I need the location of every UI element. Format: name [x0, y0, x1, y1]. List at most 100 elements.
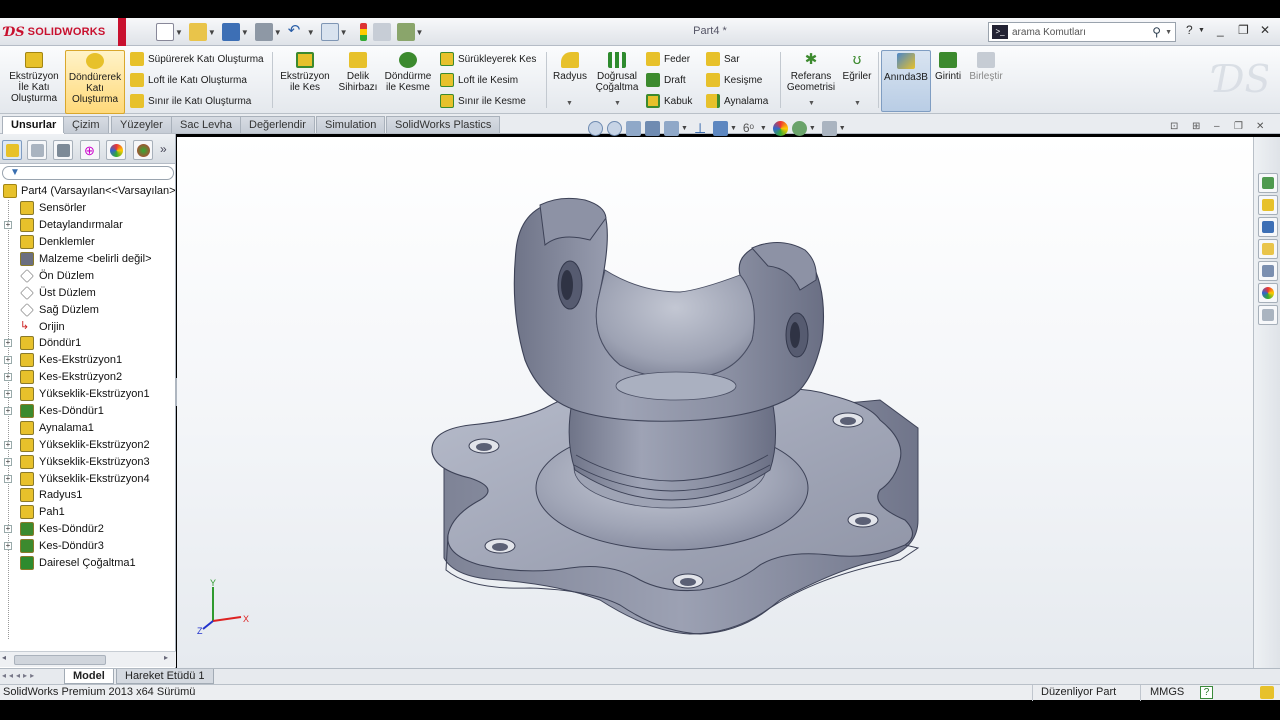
reference-dropdown-icon[interactable]: ▼ [808, 100, 815, 107]
tree-item[interactable]: + Yükseklik-Ekstrüzyon1 [0, 386, 176, 403]
appearances-button[interactable] [1258, 283, 1278, 303]
boundary-boss-button[interactable]: Sınır ile Katı Oluşturma [130, 93, 251, 109]
section-view-icon[interactable] [645, 120, 660, 136]
tree-filter[interactable]: ▼ [2, 166, 174, 180]
search-icon[interactable]: ⚲ [1152, 25, 1161, 39]
curves-button[interactable]: ʊ Eğriler [840, 50, 874, 83]
draft-button[interactable]: Draft [646, 72, 686, 88]
linear-pattern-button[interactable]: Doğrusal Çoğaltma [594, 50, 640, 93]
expand-toggle-icon[interactable]: + [4, 339, 12, 348]
tree-item[interactable]: + Kes-Döndür1 [0, 403, 176, 420]
tab-cizim[interactable]: Çizim [63, 116, 109, 133]
tree-item[interactable]: Malzeme <belirli değil> [0, 251, 176, 268]
tree-item[interactable]: Aynalama1 [0, 419, 176, 436]
view-orientation-dropdown-icon[interactable]: ▼ [681, 125, 688, 132]
previous-view-icon[interactable] [626, 120, 641, 136]
open-folder-icon[interactable] [188, 23, 207, 41]
undo-icon[interactable]: ↶ [288, 23, 306, 41]
tree-item[interactable]: + Döndür1 [0, 335, 176, 352]
swept-cut-button[interactable]: Sürükleyerek Kes [440, 51, 536, 67]
close-icon[interactable]: ✕ [1260, 23, 1270, 37]
file-properties-icon[interactable] [372, 23, 391, 41]
shell-button[interactable]: Kabuk [646, 93, 692, 109]
tree-item[interactable]: Pah1 [0, 504, 176, 521]
tab-model[interactable]: Model [64, 669, 114, 684]
search-dropdown-icon[interactable]: ▼ [1165, 29, 1172, 36]
hide-show-items-icon[interactable] [712, 120, 728, 136]
viewport-minimize-icon[interactable]: – [1214, 121, 1220, 132]
intersect-button[interactable]: Kesişme [706, 72, 762, 88]
units-cell[interactable]: MMGS [1140, 685, 1192, 701]
dimxpert-tab[interactable]: ⊕ [80, 140, 100, 160]
search-commands-box[interactable]: >_ arama Komutları ⚲ ▼ [988, 22, 1176, 42]
save-icon[interactable] [221, 23, 240, 41]
tab-unsurlar[interactable]: Unsurlar [2, 116, 66, 134]
combine-button[interactable]: Birleştir [967, 50, 1005, 82]
help-dropdown-icon[interactable]: ▼ [1198, 27, 1205, 34]
configuration-manager-tab[interactable] [53, 140, 73, 160]
tree-item[interactable]: Denklemler [0, 234, 176, 251]
view-palette-button[interactable] [1258, 239, 1278, 259]
menu-flyout-arrow[interactable] [118, 18, 126, 46]
quick-tips-icon[interactable]: ? [1200, 686, 1213, 699]
zoom-to-area-icon[interactable] [607, 120, 622, 136]
custom-properties-button[interactable] [1258, 305, 1278, 325]
reference-geometry-button[interactable]: ✱ Referans Geometrisi [784, 50, 838, 94]
viewport-restore-icon[interactable]: ❐ [1234, 121, 1243, 132]
extrude-cut-button[interactable]: Ekstrüzyon ile Kes [276, 50, 334, 93]
tree-root-part[interactable]: Part4 (Varsayılan<<Varsayılan> [0, 183, 176, 200]
search-pane-button[interactable] [1258, 261, 1278, 281]
tree-item[interactable]: Radyus1 [0, 487, 176, 504]
options-icon[interactable] [396, 23, 415, 41]
revolve-boss-button[interactable]: Döndürerek Katı Oluşturma [65, 50, 125, 114]
boundary-cut-button[interactable]: Sınır ile Kesme [440, 93, 526, 109]
tree-item[interactable]: + Kes-Ekstrüzyon2 [0, 369, 176, 386]
display-style-icon[interactable]: ⊥ [694, 121, 709, 136]
save-dropdown-icon[interactable]: ▼ [241, 28, 249, 37]
units-text[interactable]: MMGS [1150, 686, 1184, 698]
tree-item[interactable]: Sensörler [0, 200, 176, 217]
plastics-tab[interactable] [133, 140, 153, 160]
select-cursor-icon[interactable] [320, 23, 339, 41]
view-orientation-icon[interactable] [664, 120, 679, 136]
tree-item[interactable]: + Yükseklik-Ekstrüzyon3 [0, 453, 176, 470]
tree-item[interactable]: + Kes-Ekstrüzyon1 [0, 352, 176, 369]
viewport-tile-icon[interactable]: ⊡ [1170, 121, 1178, 132]
solidworks-resources-button[interactable] [1258, 173, 1278, 193]
part-model-3d[interactable] [177, 137, 1253, 668]
solidworks-logo[interactable]: ƊS SOLIDWORKS [4, 23, 122, 41]
new-dropdown-icon[interactable]: ▼ [175, 28, 183, 37]
visibility-icon[interactable]: 6ᵒ [743, 121, 758, 136]
print-dropdown-icon[interactable]: ▼ [274, 28, 282, 37]
tree-item[interactable]: + Yükseklik-Ekstrüzyon2 [0, 436, 176, 453]
tree-item[interactable]: + Yükseklik-Ekstrüzyon4 [0, 470, 176, 487]
expand-toggle-icon[interactable]: + [4, 373, 12, 382]
help-icon[interactable]: ? [1186, 23, 1193, 37]
wrap-button[interactable]: Sar [706, 51, 740, 67]
undo-dropdown-icon[interactable]: ▼ [307, 28, 315, 37]
view-settings-icon[interactable] [821, 120, 837, 136]
tree-item[interactable]: ↳ Orijin [0, 318, 176, 335]
instant3d-button[interactable]: Anında3B [881, 50, 931, 112]
loft-cut-button[interactable]: Loft ile Kesim [440, 72, 518, 88]
expand-toggle-icon[interactable]: + [4, 457, 12, 466]
tab-degerlendir[interactable]: Değerlendir [240, 116, 315, 133]
loft-boss-button[interactable]: Loft ile Katı Oluşturma [130, 72, 247, 88]
pattern-dropdown-icon[interactable]: ▼ [614, 100, 621, 107]
restore-icon[interactable]: ❐ [1238, 23, 1249, 37]
mirror-button[interactable]: Aynalama [706, 93, 768, 109]
open-dropdown-icon[interactable]: ▼ [208, 28, 216, 37]
expand-toggle-icon[interactable]: + [4, 390, 12, 399]
graphics-area[interactable]: Y X Z [177, 137, 1253, 668]
expand-toggle-icon[interactable]: + [4, 525, 12, 534]
feature-manager-tab[interactable] [2, 140, 22, 160]
tree-item[interactable]: Dairesel Çoğaltma1 [0, 555, 176, 572]
tab-nav-arrows-icon[interactable]: ◂◂◂▸▸ [2, 671, 37, 680]
tab-simulation[interactable]: Simulation [316, 116, 386, 133]
expand-toggle-icon[interactable]: + [4, 356, 12, 365]
file-explorer-button[interactable] [1258, 217, 1278, 237]
tab-sac-levha[interactable]: Sac Levha [171, 116, 241, 133]
options-dropdown-icon[interactable]: ▼ [416, 28, 424, 37]
viewport-split-icon[interactable]: ⊞ [1192, 121, 1200, 132]
tab-solidworks-plastics[interactable]: SolidWorks Plastics [386, 116, 501, 133]
